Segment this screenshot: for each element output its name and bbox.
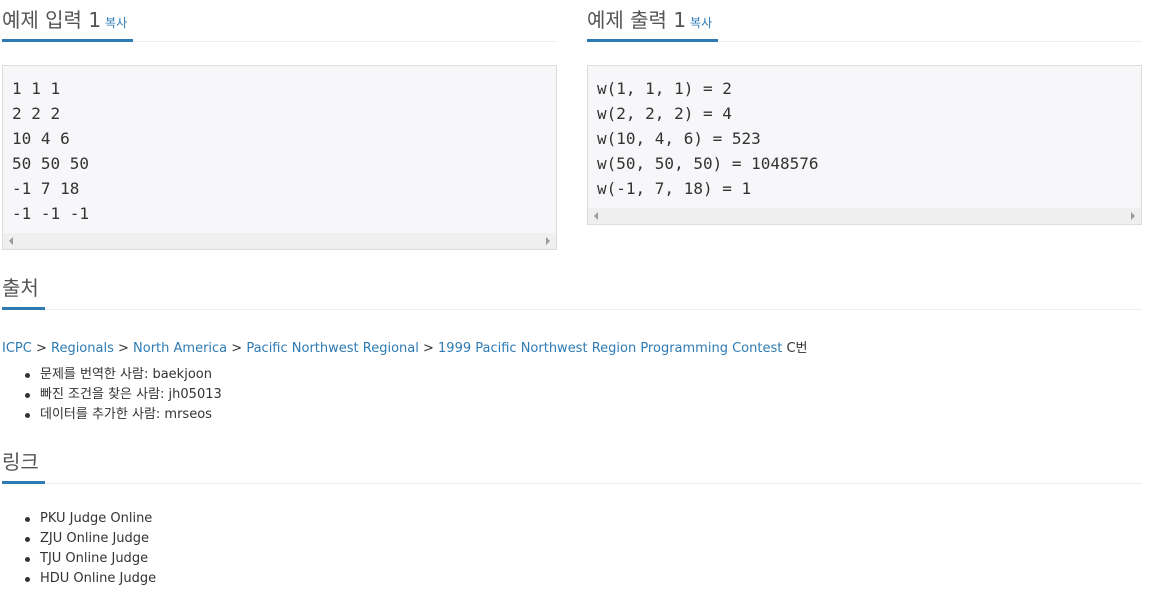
link-item-hdu[interactable]: HDU Online Judge [24,569,156,589]
breadcrumb-separator: > [227,341,247,356]
breadcrumb-pacific-northwest-link[interactable]: Pacific Northwest Regional [246,341,419,356]
source-title: 출처 [2,268,45,310]
scroll-left-arrow-icon[interactable] [594,212,598,220]
breadcrumb-separator: > [418,341,439,356]
breadcrumb-separator: > [113,341,134,356]
sample-input-title-wrap: 예제 입력 1 복사 [2,0,134,42]
sample-input-title: 예제 입력 1 [2,8,102,32]
breadcrumb-icpc-link[interactable]: ICPC [2,341,32,356]
breadcrumb-contest-link[interactable]: 1999 Pacific Northwest Region Programmin… [438,341,782,356]
sample-input-text: 1 1 1 2 2 2 10 4 6 50 50 50 -1 7 18 -1 -… [12,79,90,223]
output-horizontal-scrollbar[interactable] [588,208,1141,224]
sample-input-box: 1 1 1 2 2 2 10 4 6 50 50 50 -1 7 18 -1 -… [2,65,557,250]
credit-item-data-added: 데이터를 추가한 사람: mrseos [24,405,222,425]
scroll-left-arrow-icon[interactable] [9,237,13,245]
links-header: 링크 [2,442,1142,484]
credits-list: 문제를 번역한 사람: baekjoon 빠진 조건을 찾은 사람: jh050… [24,365,222,425]
links-list: PKU Judge Online ZJU Online Judge TJU On… [24,509,156,589]
copy-output-button[interactable]: 복사 [690,16,712,30]
scroll-right-arrow-icon[interactable] [546,237,550,245]
scroll-right-arrow-icon[interactable] [1131,212,1135,220]
source-header: 출처 [2,268,1142,310]
sample-output-text: w(1, 1, 1) = 2 w(2, 2, 2) = 4 w(10, 4, 6… [597,79,819,198]
sample-input-header: 예제 입력 1 복사 [2,0,557,42]
credit-item-missing-condition: 빠진 조건을 찾은 사람: jh05013 [24,385,222,405]
link-item-pku[interactable]: PKU Judge Online [24,509,156,529]
sample-output-header: 예제 출력 1 복사 [587,0,1142,42]
link-item-zju[interactable]: ZJU Online Judge [24,529,156,549]
breadcrumb-north-america-link[interactable]: North America [133,341,227,356]
links-title: 링크 [2,442,45,484]
breadcrumb: ICPC > Regionals > North America > Pacif… [2,337,807,356]
sample-output-title-wrap: 예제 출력 1 복사 [587,0,719,42]
breadcrumb-problem-suffix: C번 [782,341,808,356]
link-item-tju[interactable]: TJU Online Judge [24,549,156,569]
sample-output-box: w(1, 1, 1) = 2 w(2, 2, 2) = 4 w(10, 4, 6… [587,65,1142,225]
copy-input-button[interactable]: 복사 [105,16,127,30]
breadcrumb-regionals-link[interactable]: Regionals [51,341,114,356]
breadcrumb-separator: > [31,341,51,356]
input-horizontal-scrollbar[interactable] [3,233,556,249]
sample-output-title: 예제 출력 1 [587,8,687,32]
credit-item-translator: 문제를 번역한 사람: baekjoon [24,365,222,385]
